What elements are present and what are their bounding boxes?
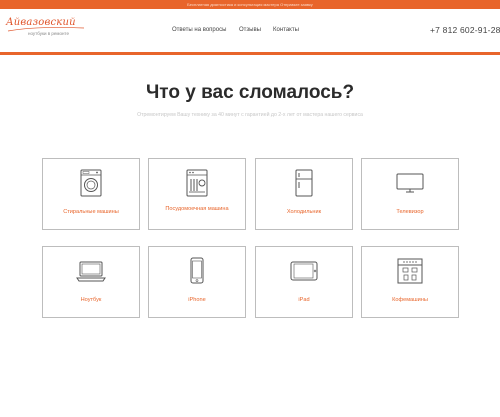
category-label: Телевизор [396,209,424,215]
logo[interactable]: Айвазовский ноутбуки в ремонте [6,17,86,45]
promo-text: Бесплатная диагностика и консультация ма… [187,2,313,7]
category-card-fridge[interactable]: Холодильник [255,158,353,230]
category-card-ipad[interactable]: iPad [255,246,353,318]
category-label: Кофемашины [392,297,428,303]
page-title: Что у вас сломалось? [145,82,355,103]
promo-bar[interactable]: Бесплатная диагностика и консультация ма… [0,0,500,9]
category-label: Посудомоечная машина [165,206,229,212]
fridge-icon [256,169,352,197]
phone-icon [149,257,245,285]
category-card-iphone[interactable]: iPhone [148,246,246,318]
category-card-dishwasher[interactable]: Посудомоечная машина [148,158,246,230]
category-label: Холодильник [286,209,322,215]
dishwasher-icon [149,169,245,197]
nav-contacts-link[interactable]: Контакты [273,27,299,33]
page-subtitle: Отремонтируем Вашу технику за 40 минут с… [137,112,363,118]
washing-machine-icon [43,169,139,197]
category-card-tv[interactable]: Телевизор [361,158,459,230]
category-label: Стиральные машины [63,209,119,215]
category-label: iPhone [188,297,206,303]
header-accent-line [0,52,500,55]
category-card-coffee-machine[interactable]: Кофемашины [361,246,459,318]
category-card-washing-machine[interactable]: Стиральные машины [42,158,140,230]
laptop-icon [43,257,139,285]
phone-number[interactable]: +7 812 602-91-28 [430,25,500,35]
tablet-icon [256,257,352,285]
tv-icon [362,169,458,197]
nav-faq-link[interactable]: Ответы на вопросы [172,27,226,33]
nav-reviews-link[interactable]: Отзывы [239,27,261,33]
logo-subtitle: ноутбуки в ремонте [28,31,69,36]
category-label: Ноутбук [80,297,102,303]
category-label: iPad [298,297,310,303]
coffee-machine-icon [362,257,458,285]
category-card-laptop[interactable]: Ноутбук [42,246,140,318]
